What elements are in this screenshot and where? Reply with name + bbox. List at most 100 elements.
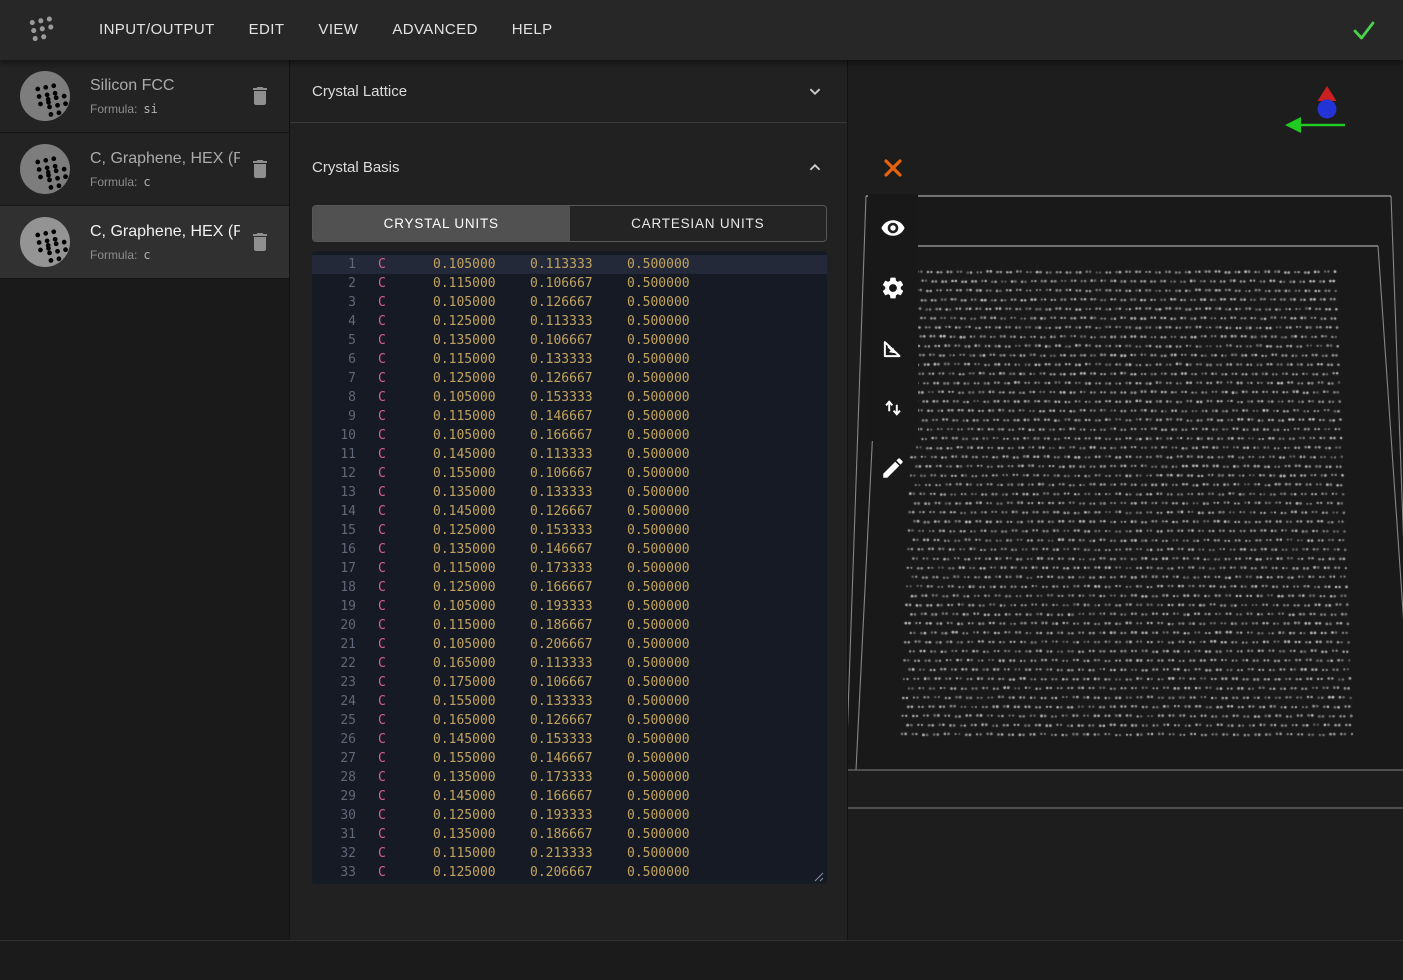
settings-button[interactable]	[880, 275, 906, 301]
basis-row[interactable]: 11C0.1450000.1133330.500000	[312, 445, 827, 464]
basis-cell-e: C	[378, 616, 394, 635]
basis-row[interactable]: 20C0.1150000.1866670.500000	[312, 616, 827, 635]
basis-cell-e: C	[378, 483, 394, 502]
basis-row[interactable]: 24C0.1550000.1333330.500000	[312, 692, 827, 711]
swap-vert-button[interactable]	[880, 395, 906, 421]
accept-check-icon[interactable]	[1347, 13, 1381, 47]
basis-cell-e: C	[378, 844, 394, 863]
basis-row[interactable]: 26C0.1450000.1533330.500000	[312, 730, 827, 749]
section-crystal-lattice[interactable]: Crystal Lattice	[290, 60, 847, 123]
basis-cell-z: 0.500000	[627, 483, 685, 502]
basis-cell-y: 0.126667	[530, 369, 588, 388]
basis-cell-e: C	[378, 521, 394, 540]
section-crystal-basis[interactable]: Crystal Basis	[290, 123, 847, 201]
basis-row[interactable]: 8C0.1050000.1533330.500000	[312, 388, 827, 407]
basis-row[interactable]: 29C0.1450000.1666670.500000	[312, 787, 827, 806]
basis-row[interactable]: 31C0.1350000.1866670.500000	[312, 825, 827, 844]
material-title: C, Graphene, HEX (P	[90, 223, 240, 241]
basis-cell-y: 0.106667	[530, 673, 588, 692]
basis-row[interactable]: 3C0.1050000.1266670.500000	[312, 293, 827, 312]
delete-material-button[interactable]	[248, 230, 272, 254]
basis-row[interactable]: 15C0.1250000.1533330.500000	[312, 521, 827, 540]
tab-crystal-units[interactable]: CRYSTAL UNITS	[313, 206, 570, 241]
basis-cell-x: 0.155000	[433, 464, 491, 483]
basis-cell-y: 0.186667	[530, 825, 588, 844]
chevron-down-icon[interactable]	[804, 80, 826, 102]
structure-editor-panel: Crystal Lattice Crystal Basis CRYSTAL UN…	[290, 60, 848, 940]
basis-cell-y: 0.126667	[530, 502, 588, 521]
basis-row[interactable]: 13C0.1350000.1333330.500000	[312, 483, 827, 502]
basis-cell-z: 0.500000	[627, 844, 685, 863]
basis-cell-z: 0.500000	[627, 749, 685, 768]
material-title: Silicon FCC	[90, 77, 240, 95]
basis-row[interactable]: 23C0.1750000.1066670.500000	[312, 673, 827, 692]
basis-row[interactable]: 6C0.1150000.1333330.500000	[312, 350, 827, 369]
delete-material-button[interactable]	[248, 157, 272, 181]
tab-cartesian-units[interactable]: CARTESIAN UNITS	[570, 206, 827, 241]
basis-row[interactable]: 18C0.1250000.1666670.500000	[312, 578, 827, 597]
basis-cell-z: 0.500000	[627, 312, 685, 331]
materials-designer-app: INPUT/OUTPUTEDITVIEWADVANCEDHELP Silicon…	[0, 0, 1403, 980]
basis-cell-x: 0.175000	[433, 673, 491, 692]
basis-row[interactable]: 9C0.1150000.1466670.500000	[312, 407, 827, 426]
basis-row[interactable]: 28C0.1350000.1733330.500000	[312, 768, 827, 787]
basis-row[interactable]: 2C0.1150000.1066670.500000	[312, 274, 827, 293]
basis-row[interactable]: 22C0.1650000.1133330.500000	[312, 654, 827, 673]
material-title: C, Graphene, HEX (P	[90, 150, 240, 168]
basis-cell-z: 0.500000	[627, 445, 685, 464]
measure-button[interactable]	[880, 335, 906, 361]
basis-cell-x: 0.125000	[433, 806, 491, 825]
app-logo-icon[interactable]	[24, 14, 56, 46]
basis-cell-n: 32	[312, 844, 356, 863]
basis-cell-n: 12	[312, 464, 356, 483]
units-tab-group: CRYSTAL UNITS CARTESIAN UNITS	[312, 205, 827, 242]
basis-cell-n: 24	[312, 692, 356, 711]
basis-row[interactable]: 14C0.1450000.1266670.500000	[312, 502, 827, 521]
basis-row[interactable]: 16C0.1350000.1466670.500000	[312, 540, 827, 559]
material-list-item[interactable]: Silicon FCC Formula: si	[0, 60, 289, 133]
delete-material-button[interactable]	[248, 84, 272, 108]
basis-row[interactable]: 25C0.1650000.1266670.500000	[312, 711, 827, 730]
chevron-up-icon[interactable]	[804, 156, 826, 178]
basis-cell-y: 0.113333	[530, 255, 588, 274]
basis-cell-y: 0.113333	[530, 654, 588, 673]
material-list-item[interactable]: C, Graphene, HEX (P Formula: c	[0, 133, 289, 206]
basis-cell-e: C	[378, 825, 394, 844]
basis-cell-x: 0.145000	[433, 502, 491, 521]
basis-cell-x: 0.115000	[433, 844, 491, 863]
close-viewer-button[interactable]	[880, 155, 906, 181]
basis-cell-n: 22	[312, 654, 356, 673]
basis-row[interactable]: 17C0.1150000.1733330.500000	[312, 559, 827, 578]
basis-row[interactable]: 27C0.1550000.1466670.500000	[312, 749, 827, 768]
basis-row[interactable]: 12C0.1550000.1066670.500000	[312, 464, 827, 483]
basis-cell-y: 0.166667	[530, 787, 588, 806]
basis-row[interactable]: 32C0.1150000.2133330.500000	[312, 844, 827, 863]
basis-cell-z: 0.500000	[627, 825, 685, 844]
visibility-button[interactable]	[880, 215, 906, 241]
basis-row[interactable]: 10C0.1050000.1666670.500000	[312, 426, 827, 445]
basis-cell-x: 0.145000	[433, 787, 491, 806]
menu-item-advanced[interactable]: ADVANCED	[375, 0, 494, 60]
basis-row[interactable]: 1C0.1050000.1133330.500000	[312, 255, 827, 274]
edit-pencil-button[interactable]	[880, 455, 906, 481]
basis-row[interactable]: 7C0.1250000.1266670.500000	[312, 369, 827, 388]
basis-row[interactable]: 5C0.1350000.1066670.500000	[312, 331, 827, 350]
resize-grip[interactable]	[813, 871, 824, 882]
basis-coordinates-editor[interactable]: 1C0.1050000.1133330.5000002C0.1150000.10…	[312, 251, 827, 884]
menu-item-input-output[interactable]: INPUT/OUTPUT	[82, 0, 232, 60]
basis-cell-n: 28	[312, 768, 356, 787]
basis-cell-x: 0.155000	[433, 749, 491, 768]
material-list-item[interactable]: C, Graphene, HEX (P Formula: c	[0, 206, 289, 279]
basis-row[interactable]: 21C0.1050000.2066670.500000	[312, 635, 827, 654]
basis-cell-z: 0.500000	[627, 806, 685, 825]
menu-item-help[interactable]: HELP	[495, 0, 570, 60]
basis-cell-y: 0.166667	[530, 426, 588, 445]
basis-row[interactable]: 30C0.1250000.1933330.500000	[312, 806, 827, 825]
basis-cell-x: 0.105000	[433, 388, 491, 407]
menu-item-view[interactable]: VIEW	[301, 0, 375, 60]
basis-row[interactable]: 33C0.1250000.2066670.500000	[312, 863, 827, 882]
menu-item-edit[interactable]: EDIT	[232, 0, 302, 60]
basis-row[interactable]: 4C0.1250000.1133330.500000	[312, 312, 827, 331]
basis-row[interactable]: 19C0.1050000.1933330.500000	[312, 597, 827, 616]
basis-cell-x: 0.105000	[433, 597, 491, 616]
